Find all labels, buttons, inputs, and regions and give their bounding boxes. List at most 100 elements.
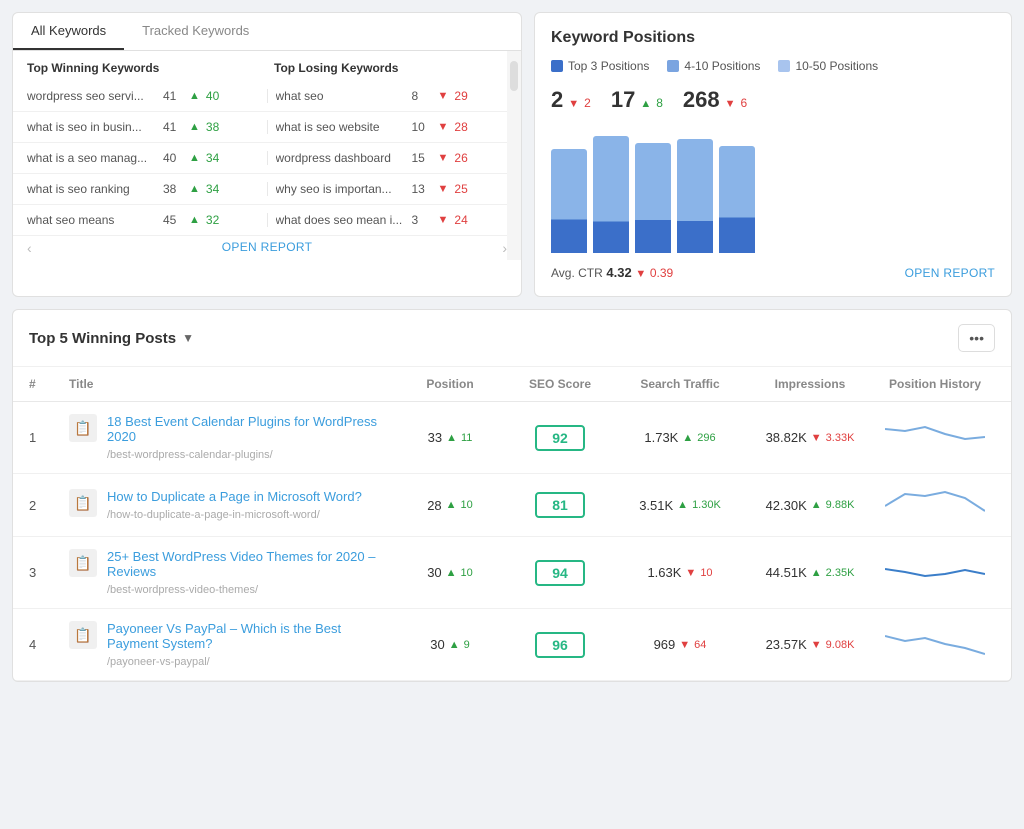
imp-up-icon: ▲ [811, 567, 822, 579]
col-header-title: Title [69, 377, 395, 391]
ctr-row: Avg. CTR 4.32 ▼ 0.39 OPEN REPORT [551, 265, 995, 280]
chart-bar-5 [719, 146, 755, 253]
down-arrow-icon: ▼ [438, 90, 449, 102]
more-options-button[interactable]: ••• [958, 324, 995, 352]
bar-chart [551, 123, 995, 253]
post-icon: 📋 [69, 549, 97, 577]
post-icon: 📋 [69, 489, 97, 517]
positions-open-report-link[interactable]: OPEN REPORT [905, 266, 995, 280]
keywords-row: what is a seo manag... 40 ▲ 34 wordpress… [13, 143, 521, 174]
row-title-cell: 📋 25+ Best WordPress Video Themes for 20… [69, 549, 395, 596]
legend-dot-4-10 [667, 60, 679, 72]
stat-top3: 2 ▼ 2 [551, 87, 591, 113]
tab-all-keywords[interactable]: All Keywords [13, 13, 124, 50]
up-arrow-icon: ▲ [189, 90, 200, 102]
winning-keyword-item: what seo means 45 ▲ 32 [27, 213, 259, 227]
posts-panel: Top 5 Winning Posts ▼ ••• # Title Positi… [12, 309, 1012, 682]
row-seo-score: 96 [505, 632, 615, 658]
row-position: 33 ▲ 11 [395, 430, 505, 445]
winning-keyword-item: what is seo in busin... 41 ▲ 38 [27, 120, 259, 134]
table-row: 1 📋 18 Best Event Calendar Plugins for W… [13, 402, 1011, 474]
chevron-down-icon[interactable]: ▼ [182, 331, 194, 345]
seo-badge: 81 [535, 492, 585, 518]
ctr-change: 0.39 [650, 266, 673, 280]
legend-4-10: 4-10 Positions [667, 59, 760, 73]
row-traffic: 3.51K ▲ 1.30K [615, 498, 745, 513]
vertical-scrollbar[interactable] [507, 51, 521, 260]
keywords-row: what is seo ranking 38 ▲ 34 why seo is i… [13, 174, 521, 205]
seo-badge: 94 [535, 560, 585, 586]
down-arrow-icon: ▼ [438, 152, 449, 164]
row-num: 2 [29, 498, 69, 513]
post-title-info: Payoneer Vs PayPal – Which is the Best P… [107, 621, 395, 668]
up-arrow-icon: ▲ [189, 152, 200, 164]
sparkline-chart [885, 554, 985, 589]
col-divider [267, 89, 268, 103]
keywords-panel: All Keywords Tracked Keywords Top Winnin… [12, 12, 522, 297]
table-row: 2 📋 How to Duplicate a Page in Microsoft… [13, 474, 1011, 537]
table-header: # Title Position SEO Score Search Traffi… [13, 367, 1011, 402]
row-seo-score: 81 [505, 492, 615, 518]
legend-10-50: 10-50 Positions [778, 59, 878, 73]
losing-keyword-item: what is seo website 10 ▼ 28 [276, 120, 508, 134]
sparkline-chart [885, 486, 985, 521]
post-title-link[interactable]: 18 Best Event Calendar Plugins for WordP… [107, 414, 395, 444]
post-url: /best-wordpress-calendar-plugins/ [107, 449, 273, 461]
tab-tracked-keywords[interactable]: Tracked Keywords [124, 13, 267, 50]
pos-up-arrow-icon: ▲ [446, 567, 457, 579]
scrollbar-thumb[interactable] [510, 61, 518, 91]
col-header-traffic: Search Traffic [615, 377, 745, 391]
row-num: 1 [29, 430, 69, 445]
post-url: /best-wordpress-video-themes/ [107, 584, 258, 596]
posts-title: Top 5 Winning Posts ▼ [29, 330, 194, 347]
row-traffic: 1.63K ▼ 10 [615, 565, 745, 580]
imp-down-icon: ▼ [811, 639, 822, 651]
post-title-link[interactable]: 25+ Best WordPress Video Themes for 2020… [107, 549, 395, 579]
post-icon: 📋 [69, 414, 97, 442]
post-title-link[interactable]: How to Duplicate a Page in Microsoft Wor… [107, 489, 362, 504]
legend-top3: Top 3 Positions [551, 59, 649, 73]
stat-4-10: 17 ▲ 8 [611, 87, 663, 113]
table-row: 3 📋 25+ Best WordPress Video Themes for … [13, 537, 1011, 609]
col-divider [267, 182, 268, 196]
positions-stats: 2 ▼ 2 17 ▲ 8 268 ▼ 6 [551, 87, 995, 113]
keywords-scroll-outer: Top Winning Keywords Top Losing Keywords… [13, 51, 521, 260]
row-history [875, 626, 995, 664]
row-traffic: 1.73K ▲ 296 [615, 430, 745, 445]
winning-keyword-item: what is a seo manag... 40 ▲ 34 [27, 151, 259, 165]
down-arrow-icon: ▼ [438, 214, 449, 226]
col-header-position: Position [395, 377, 505, 391]
row-num: 4 [29, 637, 69, 652]
up-arrow-icon: ▲ [189, 214, 200, 226]
imp-down-icon: ▼ [811, 432, 822, 444]
post-title-info: How to Duplicate a Page in Microsoft Wor… [107, 489, 362, 521]
row-impressions: 23.57K ▼ 9.08K [745, 637, 875, 652]
positions-panel: Keyword Positions Top 3 Positions 4-10 P… [534, 12, 1012, 297]
keywords-open-report-link[interactable]: OPEN REPORT [222, 240, 312, 256]
row-impressions: 44.51K ▲ 2.35K [745, 565, 875, 580]
tabs-header: All Keywords Tracked Keywords [13, 13, 521, 51]
table-row: 4 📋 Payoneer Vs PayPal – Which is the Be… [13, 609, 1011, 681]
up-arrow-icon: ▲ [189, 183, 200, 195]
stat-arrow-up: ▲ [640, 98, 651, 110]
positions-title: Keyword Positions [551, 29, 995, 47]
ctr-value: 4.32 [606, 265, 631, 280]
row-history [875, 486, 995, 524]
col-header-history: Position History [875, 377, 995, 391]
chart-bar-2 [593, 136, 629, 253]
posts-panel-header: Top 5 Winning Posts ▼ ••• [13, 310, 1011, 367]
keywords-row: what is seo in busin... 41 ▲ 38 what is … [13, 112, 521, 143]
post-url: /how-to-duplicate-a-page-in-microsoft-wo… [107, 509, 320, 521]
col-header-num: # [29, 377, 69, 391]
keywords-row: wordpress seo servi... 41 ▲ 40 what seo … [13, 81, 521, 112]
chart-bar-1 [551, 149, 587, 253]
seo-badge: 92 [535, 425, 585, 451]
row-title-cell: 📋 Payoneer Vs PayPal – Which is the Best… [69, 621, 395, 668]
row-title-cell: 📋 How to Duplicate a Page in Microsoft W… [69, 489, 395, 521]
post-title-group: 📋 25+ Best WordPress Video Themes for 20… [69, 549, 395, 596]
losing-col-header: Top Losing Keywords [260, 61, 507, 75]
left-arrow-icon[interactable]: ‹ [23, 240, 36, 256]
seo-badge: 96 [535, 632, 585, 658]
post-title-link[interactable]: Payoneer Vs PayPal – Which is the Best P… [107, 621, 395, 651]
losing-keyword-item: why seo is importan... 13 ▼ 25 [276, 182, 508, 196]
